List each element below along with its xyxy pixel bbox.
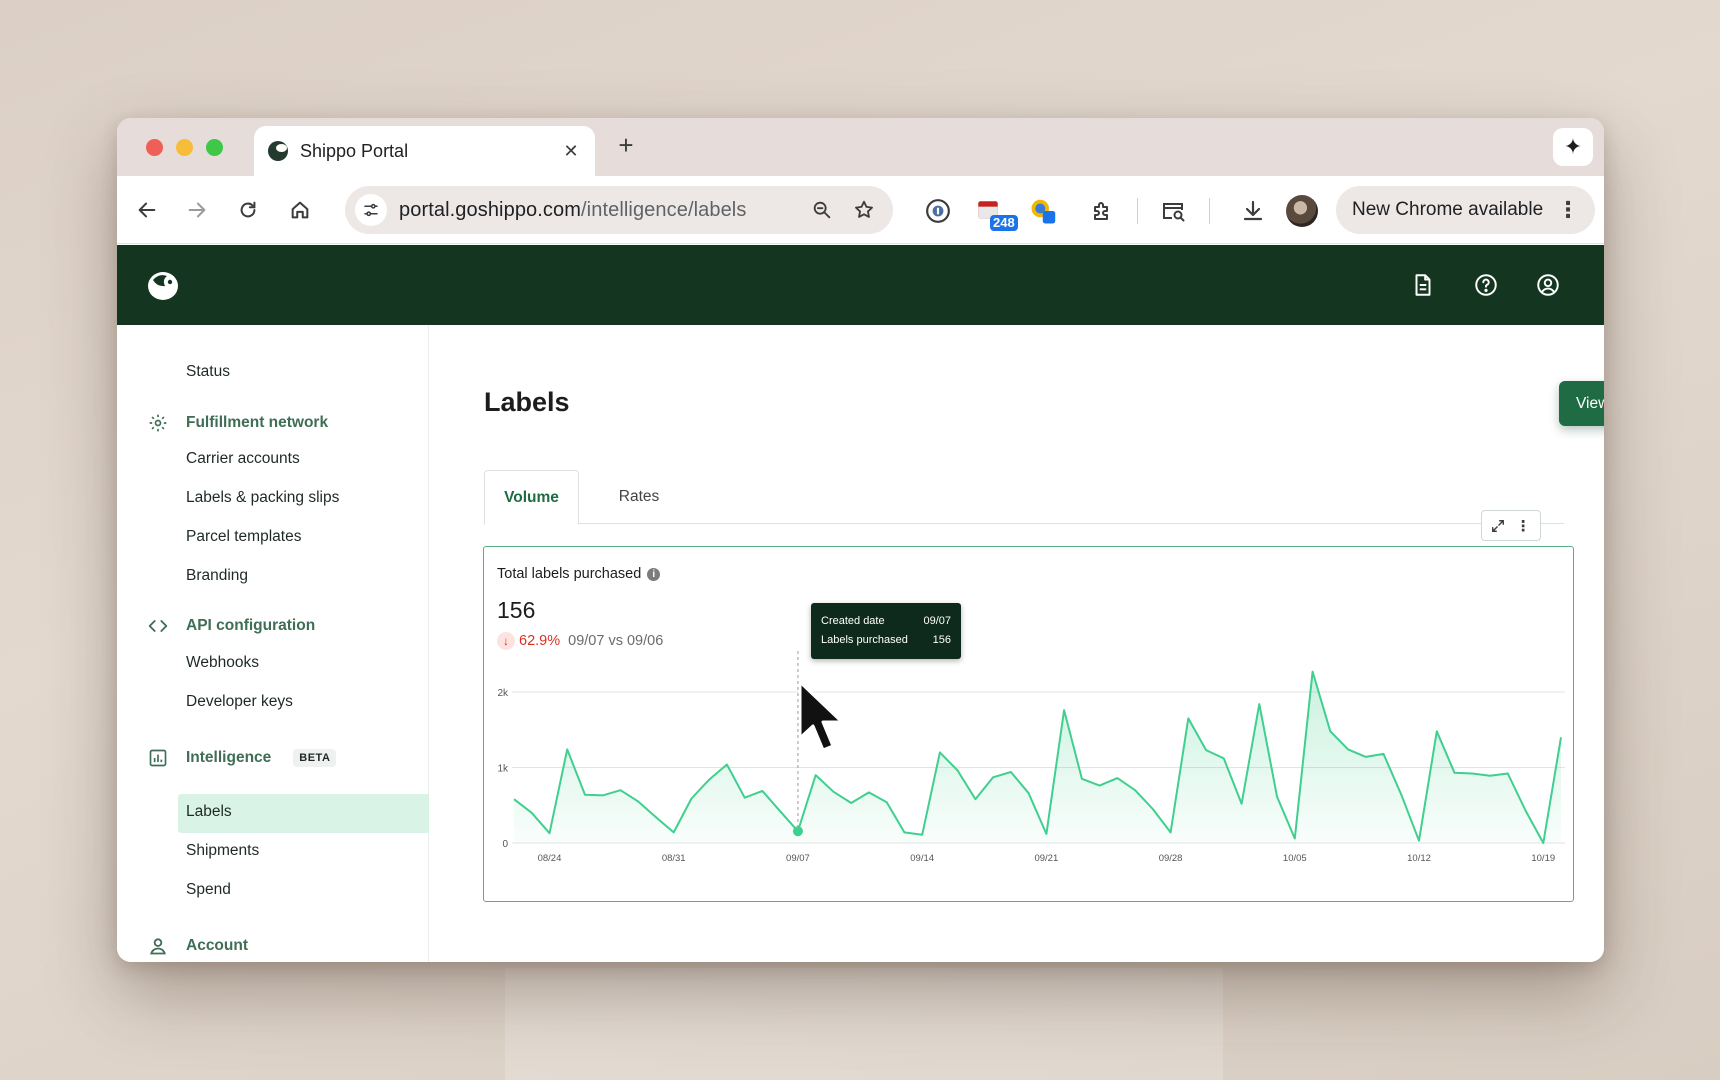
- chrome-update-button[interactable]: New Chrome available ⋮: [1336, 186, 1595, 234]
- url-text: portal.goshippo.com/intelligence/labels: [399, 199, 795, 222]
- person-icon: [147, 935, 169, 957]
- site-settings-icon[interactable]: [355, 194, 387, 226]
- sidebar-group-label: Intelligence: [186, 749, 272, 766]
- sidebar-item-shipments[interactable]: Shipments: [186, 842, 259, 860]
- tab-strip: Shippo Portal ✕ + ✦: [117, 118, 1604, 176]
- sidebar-item-labels-packing-slips[interactable]: Labels & packing slips: [186, 489, 339, 507]
- tooltip-value: 156: [932, 634, 951, 646]
- tooltip-row-date: Created date 09/07: [821, 612, 951, 631]
- tooltip-label: Labels purchased: [821, 634, 908, 646]
- labels-volume-chart[interactable]: 0 1k 2k 08/24 08/31 09/07 09/14 09/21 09/28 10/05…: [484, 547, 1572, 900]
- tab-volume[interactable]: Volume: [484, 470, 579, 525]
- multicolor-extension-icon[interactable]: [1026, 194, 1062, 228]
- sidebar-item-webhooks[interactable]: Webhooks: [186, 654, 259, 672]
- sidebar: Status Fulfillment network Carrier accou…: [117, 325, 429, 962]
- beta-badge: BETA: [293, 749, 337, 767]
- sidebar-item-spend[interactable]: Spend: [186, 881, 231, 899]
- bookmark-star-icon[interactable]: [849, 195, 879, 225]
- tab-title: Shippo Portal: [300, 140, 409, 161]
- hover-point: [792, 826, 803, 837]
- url-host: portal.goshippo.com: [399, 198, 582, 221]
- tooltip-row-count: Labels purchased 156: [821, 631, 951, 650]
- password-extension-icon[interactable]: [921, 194, 955, 228]
- sidebar-group-fulfillment-network[interactable]: Fulfillment network: [147, 412, 328, 434]
- tooltip-label: Created date: [821, 615, 885, 627]
- profile-avatar[interactable]: [1286, 195, 1318, 227]
- extension-badge: 248: [990, 215, 1018, 231]
- tab-rates[interactable]: Rates: [604, 470, 674, 524]
- tab-search-icon[interactable]: [1155, 194, 1191, 228]
- x-tick-label: 09/28: [1159, 853, 1183, 864]
- maximize-window-button[interactable]: [206, 139, 223, 156]
- calendar-extension-icon[interactable]: 248: [968, 194, 1018, 231]
- chart-menu-icon[interactable]: ⋮: [1516, 517, 1531, 535]
- document-icon[interactable]: [1410, 272, 1436, 298]
- expand-icon[interactable]: [1491, 519, 1505, 533]
- more-vertical-icon[interactable]: ⋮: [1557, 197, 1579, 223]
- browser-window: Shippo Portal ✕ + ✦ portal.goshippo.com/…: [117, 118, 1604, 962]
- y-tick-label: 1k: [497, 764, 509, 775]
- browser-toolbar: portal.goshippo.com/intelligence/labels …: [117, 176, 1604, 244]
- sidebar-group-label: Account: [186, 937, 248, 954]
- zoom-icon[interactable]: [807, 195, 837, 225]
- toolbar-divider: [1137, 198, 1138, 224]
- update-label: New Chrome available: [1352, 199, 1544, 220]
- close-window-button[interactable]: [146, 139, 163, 156]
- url-path: /intelligence/labels: [581, 198, 747, 221]
- shippo-logo-icon[interactable]: [145, 267, 181, 303]
- sidebar-item-carrier-accounts[interactable]: Carrier accounts: [186, 450, 300, 468]
- x-tick-label: 09/14: [910, 853, 934, 864]
- new-tab-button[interactable]: +: [611, 130, 641, 161]
- series-area: [514, 671, 1561, 843]
- forward-arrow-icon[interactable]: [180, 193, 214, 227]
- chart-tooltip: Created date 09/07 Labels purchased 156: [811, 603, 961, 659]
- chart-controls: ⋮: [1481, 510, 1541, 541]
- chart-icon: [147, 747, 169, 769]
- x-tick-label: 10/19: [1531, 853, 1555, 864]
- sidebar-item-developer-keys[interactable]: Developer keys: [186, 693, 293, 711]
- sidebar-item-parcel-templates[interactable]: Parcel templates: [186, 528, 301, 546]
- app-header: [117, 245, 1604, 325]
- address-bar[interactable]: portal.goshippo.com/intelligence/labels: [345, 186, 893, 234]
- x-tick-label: 10/12: [1407, 853, 1431, 864]
- close-tab-icon[interactable]: ✕: [561, 141, 581, 162]
- sidebar-group-api-configuration[interactable]: API configuration: [147, 615, 315, 637]
- sidebar-group-account[interactable]: Account: [147, 935, 248, 957]
- gemini-sparkle-icon[interactable]: ✦: [1553, 128, 1593, 166]
- x-tick-label: 08/31: [662, 853, 686, 864]
- background-panel: [505, 968, 1223, 1080]
- home-icon[interactable]: [283, 193, 317, 227]
- minimize-window-button[interactable]: [176, 139, 193, 156]
- x-tick-label: 09/21: [1034, 853, 1058, 864]
- toolbar-divider: [1209, 198, 1210, 224]
- x-tick-label: 09/07: [786, 853, 810, 864]
- mouse-pointer-icon: [798, 680, 844, 752]
- download-icon[interactable]: [1236, 194, 1270, 228]
- user-account-icon[interactable]: [1535, 272, 1561, 298]
- chart-tabs: Volume Rates: [484, 470, 1564, 525]
- view-raw-data-button[interactable]: View raw data: [1559, 381, 1604, 426]
- help-icon[interactable]: [1473, 272, 1499, 298]
- y-tick-label: 2k: [497, 688, 509, 699]
- code-icon: [147, 615, 169, 637]
- tooltip-value: 09/07: [923, 615, 951, 627]
- x-tick-label: 10/05: [1283, 853, 1307, 864]
- main-content: Labels View raw data Volume Rates ⋮ Tota…: [430, 325, 1604, 962]
- sidebar-item-labels[interactable]: Labels: [186, 803, 232, 821]
- sidebar-group-label: Fulfillment network: [186, 414, 329, 431]
- gear-icon: [147, 412, 169, 434]
- back-arrow-icon[interactable]: [130, 193, 164, 227]
- shippo-favicon-icon: [268, 141, 288, 161]
- reload-icon[interactable]: [231, 193, 265, 227]
- sidebar-item-branding[interactable]: Branding: [186, 567, 248, 585]
- page-title: Labels: [484, 387, 570, 417]
- browser-tab[interactable]: Shippo Portal ✕: [254, 126, 595, 176]
- chart-card: Total labels purchased i 156 ↓ 62.9% 09/…: [483, 546, 1574, 902]
- y-tick-label: 0: [502, 839, 508, 850]
- sidebar-group-intelligence[interactable]: Intelligence BETA: [147, 747, 337, 769]
- puzzle-extensions-icon[interactable]: [1085, 194, 1119, 228]
- x-tick-label: 08/24: [538, 853, 562, 864]
- sidebar-item-status[interactable]: Status: [186, 363, 230, 381]
- sidebar-group-label: API configuration: [186, 617, 316, 634]
